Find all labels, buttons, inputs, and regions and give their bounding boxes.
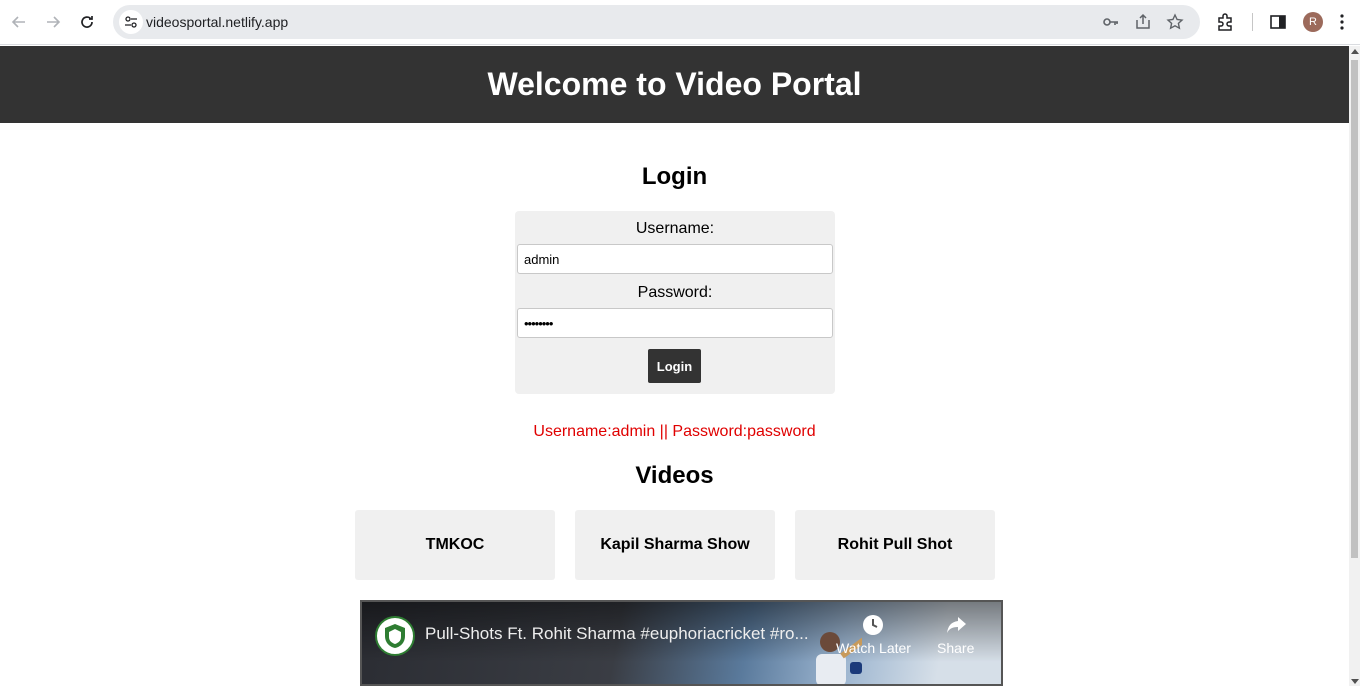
share-arrow-icon (946, 617, 966, 633)
username-label: Username: (635, 220, 715, 237)
watch-later-label: Watch Later (836, 640, 911, 656)
menu-icon[interactable] (1337, 11, 1347, 33)
username-input[interactable]: admin (517, 244, 833, 274)
toolbar-separator (1252, 13, 1253, 31)
share-video-button[interactable]: Share (937, 614, 974, 656)
address-bar[interactable]: videosportal.netlify.app (113, 5, 1200, 39)
back-icon[interactable] (7, 10, 31, 34)
channel-logo[interactable] (375, 616, 415, 656)
star-icon[interactable] (1165, 12, 1185, 32)
video-card-tmkoc[interactable]: TMKOC (355, 510, 555, 580)
login-form: Username: admin Password: •••••••• Login (515, 211, 835, 394)
site-info-icon[interactable] (119, 10, 143, 34)
side-panel-icon[interactable] (1267, 11, 1289, 33)
video-card-kapil-sharma-show[interactable]: Kapil Sharma Show (575, 510, 775, 580)
login-button[interactable]: Login (648, 349, 701, 383)
reload-icon[interactable] (75, 10, 99, 34)
credentials-hint: Username:admin || Password:password (533, 423, 816, 440)
page-title: Welcome to Video Portal (487, 66, 862, 102)
share-icon[interactable] (1133, 12, 1153, 32)
video-title[interactable]: Pull-Shots Ft. Rohit Sharma #euphoriacri… (425, 624, 809, 644)
video-player[interactable]: Pull-Shots Ft. Rohit Sharma #euphoriacri… (360, 600, 1003, 686)
site-header: Welcome to Video Portal (0, 46, 1349, 123)
forward-icon[interactable] (41, 10, 65, 34)
video-card-rohit-pull-shot[interactable]: Rohit Pull Shot (795, 510, 995, 580)
profile-avatar[interactable]: R (1303, 12, 1323, 32)
watch-later-button[interactable]: Watch Later (836, 614, 911, 656)
browser-toolbar: videosportal.netlify.app R (0, 0, 1360, 45)
extensions-icon[interactable] (1215, 11, 1237, 33)
page-scrollbar[interactable] (1349, 46, 1360, 686)
clock-icon (863, 615, 884, 635)
page-content: Welcome to Video Portal Login Username: … (0, 46, 1349, 686)
scroll-up-icon[interactable] (1351, 49, 1359, 54)
scroll-thumb[interactable] (1351, 60, 1358, 558)
share-label: Share (937, 640, 975, 656)
password-input[interactable]: •••••••• (517, 308, 833, 338)
key-icon[interactable] (1101, 12, 1121, 32)
url-text: videosportal.netlify.app (146, 14, 289, 30)
password-label: Password: (637, 284, 713, 301)
scroll-down-icon[interactable] (1351, 679, 1359, 684)
login-heading: Login (641, 163, 708, 190)
videos-heading: Videos (635, 462, 714, 489)
